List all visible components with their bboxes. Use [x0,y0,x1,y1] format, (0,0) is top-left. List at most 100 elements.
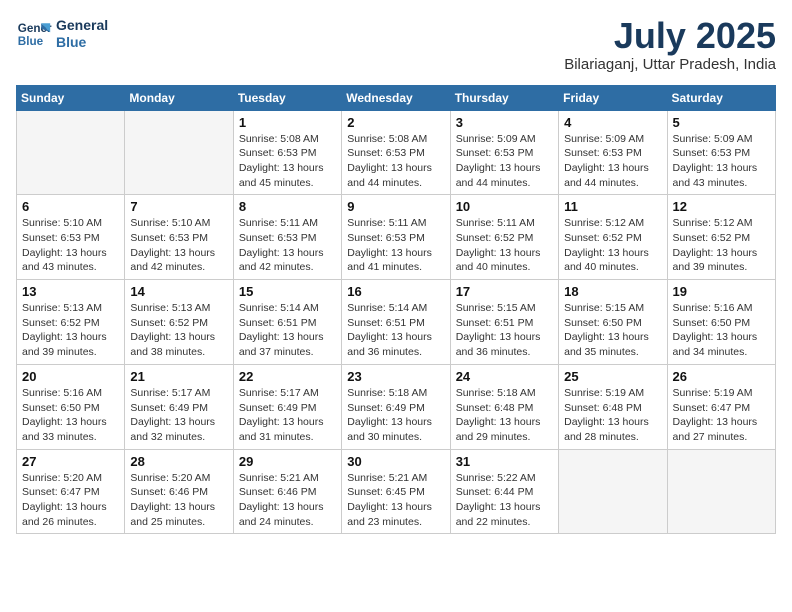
calendar-cell [667,449,775,534]
calendar-cell: 7 Sunrise: 5:10 AM Sunset: 6:53 PM Daylig… [125,195,233,280]
day-number: 3 [456,115,553,130]
svg-text:Blue: Blue [18,35,44,48]
day-info: Sunrise: 5:11 AM Sunset: 6:53 PM Dayligh… [239,216,336,275]
day-info: Sunrise: 5:09 AM Sunset: 6:53 PM Dayligh… [673,132,770,191]
day-number: 8 [239,199,336,214]
day-of-week-header: Friday [559,85,667,110]
day-info: Sunrise: 5:16 AM Sunset: 6:50 PM Dayligh… [673,301,770,360]
day-info: Sunrise: 5:22 AM Sunset: 6:44 PM Dayligh… [456,471,553,530]
calendar-cell: 16 Sunrise: 5:14 AM Sunset: 6:51 PM Dayli… [342,280,450,365]
day-info: Sunrise: 5:10 AM Sunset: 6:53 PM Dayligh… [22,216,119,275]
day-info: Sunrise: 5:18 AM Sunset: 6:49 PM Dayligh… [347,386,444,445]
day-number: 4 [564,115,661,130]
day-info: Sunrise: 5:21 AM Sunset: 6:46 PM Dayligh… [239,471,336,530]
day-info: Sunrise: 5:08 AM Sunset: 6:53 PM Dayligh… [239,132,336,191]
calendar-header: SundayMondayTuesdayWednesdayThursdayFrid… [17,85,776,110]
day-number: 5 [673,115,770,130]
day-number: 27 [22,454,119,469]
day-number: 20 [22,369,119,384]
day-number: 31 [456,454,553,469]
calendar-table: SundayMondayTuesdayWednesdayThursdayFrid… [16,85,776,535]
calendar-cell: 28 Sunrise: 5:20 AM Sunset: 6:46 PM Dayli… [125,449,233,534]
day-number: 10 [456,199,553,214]
day-info: Sunrise: 5:18 AM Sunset: 6:48 PM Dayligh… [456,386,553,445]
calendar-cell: 21 Sunrise: 5:17 AM Sunset: 6:49 PM Dayli… [125,364,233,449]
day-info: Sunrise: 5:19 AM Sunset: 6:48 PM Dayligh… [564,386,661,445]
calendar-cell: 3 Sunrise: 5:09 AM Sunset: 6:53 PM Daylig… [450,110,558,195]
day-number: 22 [239,369,336,384]
day-of-week-header: Tuesday [233,85,341,110]
calendar-cell [559,449,667,534]
day-of-week-header: Sunday [17,85,125,110]
calendar-cell: 26Sunrise: 5:19 AM Sunset: 6:47 PM Dayli… [667,364,775,449]
calendar-cell: 25Sunrise: 5:19 AM Sunset: 6:48 PM Dayli… [559,364,667,449]
calendar-week-row: 1 Sunrise: 5:08 AM Sunset: 6:53 PM Daylig… [17,110,776,195]
day-info: Sunrise: 5:14 AM Sunset: 6:51 PM Dayligh… [347,301,444,360]
calendar-cell: 24 Sunrise: 5:18 AM Sunset: 6:48 PM Dayli… [450,364,558,449]
location: Bilariaganj, Uttar Pradesh, India [564,56,776,73]
calendar-cell: 29 Sunrise: 5:21 AM Sunset: 6:46 PM Dayli… [233,449,341,534]
day-info: Sunrise: 5:13 AM Sunset: 6:52 PM Dayligh… [22,301,119,360]
day-info: Sunrise: 5:12 AM Sunset: 6:52 PM Dayligh… [564,216,661,275]
day-of-week-header: Wednesday [342,85,450,110]
calendar-cell: 15Sunrise: 5:14 AM Sunset: 6:51 PM Dayli… [233,280,341,365]
day-number: 24 [456,369,553,384]
day-number: 17 [456,284,553,299]
day-number: 19 [673,284,770,299]
calendar-cell [17,110,125,195]
calendar-week-row: 6 Sunrise: 5:10 AM Sunset: 6:53 PM Daylig… [17,195,776,280]
calendar-body: 1 Sunrise: 5:08 AM Sunset: 6:53 PM Daylig… [17,110,776,534]
day-info: Sunrise: 5:12 AM Sunset: 6:52 PM Dayligh… [673,216,770,275]
day-info: Sunrise: 5:13 AM Sunset: 6:52 PM Dayligh… [130,301,227,360]
title-block: July 2025 Bilariaganj, Uttar Pradesh, In… [564,16,776,73]
calendar-cell: 13 Sunrise: 5:13 AM Sunset: 6:52 PM Dayli… [17,280,125,365]
day-info: Sunrise: 5:08 AM Sunset: 6:53 PM Dayligh… [347,132,444,191]
calendar-cell: 31 Sunrise: 5:22 AM Sunset: 6:44 PM Dayli… [450,449,558,534]
day-number: 13 [22,284,119,299]
day-number: 16 [347,284,444,299]
day-number: 21 [130,369,227,384]
calendar-cell: 17Sunrise: 5:15 AM Sunset: 6:51 PM Dayli… [450,280,558,365]
calendar-cell: 11 Sunrise: 5:12 AM Sunset: 6:52 PM Dayli… [559,195,667,280]
day-number: 28 [130,454,227,469]
calendar-cell: 2Sunrise: 5:08 AM Sunset: 6:53 PM Daylig… [342,110,450,195]
day-number: 12 [673,199,770,214]
calendar-cell: 27 Sunrise: 5:20 AM Sunset: 6:47 PM Dayli… [17,449,125,534]
page-header: General Blue General Blue July 2025 Bila… [16,16,776,73]
day-number: 1 [239,115,336,130]
calendar-cell: 18Sunrise: 5:15 AM Sunset: 6:50 PM Dayli… [559,280,667,365]
day-number: 9 [347,199,444,214]
calendar-cell: 30Sunrise: 5:21 AM Sunset: 6:45 PM Dayli… [342,449,450,534]
day-info: Sunrise: 5:20 AM Sunset: 6:46 PM Dayligh… [130,471,227,530]
calendar-cell: 1 Sunrise: 5:08 AM Sunset: 6:53 PM Daylig… [233,110,341,195]
day-info: Sunrise: 5:11 AM Sunset: 6:52 PM Dayligh… [456,216,553,275]
calendar-cell: 14Sunrise: 5:13 AM Sunset: 6:52 PM Dayli… [125,280,233,365]
day-number: 26 [673,369,770,384]
day-number: 7 [130,199,227,214]
logo-icon: General Blue [16,16,52,52]
day-info: Sunrise: 5:20 AM Sunset: 6:47 PM Dayligh… [22,471,119,530]
day-info: Sunrise: 5:17 AM Sunset: 6:49 PM Dayligh… [130,386,227,445]
calendar-cell: 10 Sunrise: 5:11 AM Sunset: 6:52 PM Dayli… [450,195,558,280]
day-info: Sunrise: 5:10 AM Sunset: 6:53 PM Dayligh… [130,216,227,275]
calendar-cell: 20Sunrise: 5:16 AM Sunset: 6:50 PM Dayli… [17,364,125,449]
day-of-week-header: Monday [125,85,233,110]
header-row: SundayMondayTuesdayWednesdayThursdayFrid… [17,85,776,110]
day-number: 29 [239,454,336,469]
day-number: 6 [22,199,119,214]
logo: General Blue General Blue [16,16,108,52]
day-info: Sunrise: 5:09 AM Sunset: 6:53 PM Dayligh… [564,132,661,191]
day-info: Sunrise: 5:09 AM Sunset: 6:53 PM Dayligh… [456,132,553,191]
calendar-cell: 19 Sunrise: 5:16 AM Sunset: 6:50 PM Dayli… [667,280,775,365]
day-info: Sunrise: 5:17 AM Sunset: 6:49 PM Dayligh… [239,386,336,445]
day-number: 23 [347,369,444,384]
day-info: Sunrise: 5:21 AM Sunset: 6:45 PM Dayligh… [347,471,444,530]
day-of-week-header: Saturday [667,85,775,110]
calendar-cell [125,110,233,195]
calendar-cell: 4 Sunrise: 5:09 AM Sunset: 6:53 PM Daylig… [559,110,667,195]
day-of-week-header: Thursday [450,85,558,110]
calendar-cell: 6 Sunrise: 5:10 AM Sunset: 6:53 PM Daylig… [17,195,125,280]
logo-line2: Blue [56,34,108,51]
day-number: 11 [564,199,661,214]
day-info: Sunrise: 5:14 AM Sunset: 6:51 PM Dayligh… [239,301,336,360]
